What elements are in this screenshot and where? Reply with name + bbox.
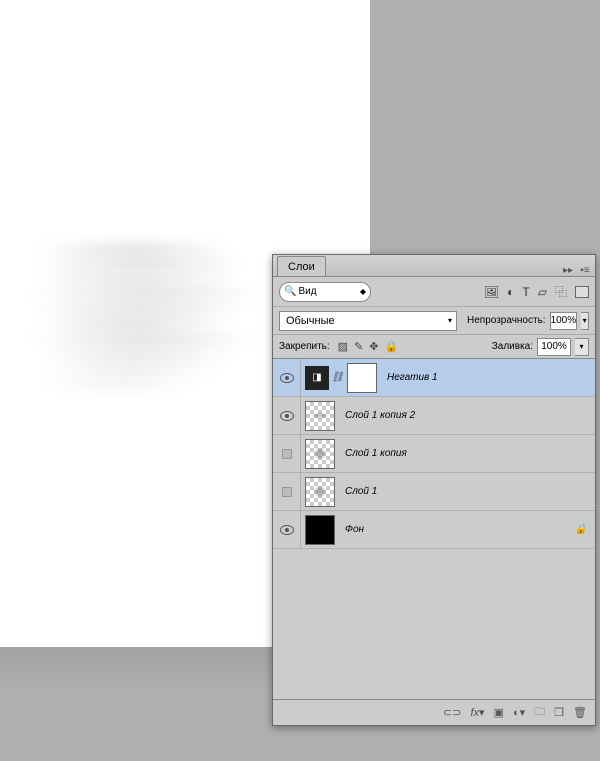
delete-layer-icon[interactable]: 🗑: [573, 706, 587, 719]
filter-pixel-icon[interactable]: 🖼: [484, 285, 499, 299]
layer-list: ◨ ⛓ Негатив 1 Слой 1 копия 2 Слой 1 копи…: [273, 359, 595, 699]
panel-menu-icon[interactable]: ▪≡: [577, 265, 593, 276]
layer-item-background[interactable]: Фон 🔒: [273, 511, 595, 549]
visibility-toggle[interactable]: [273, 359, 301, 396]
layer-item-invert[interactable]: ◨ ⛓ Негатив 1: [273, 359, 595, 397]
eye-off-icon: [282, 449, 292, 459]
opacity-dropdown-icon[interactable]: ▾: [581, 312, 589, 330]
eye-icon: [280, 373, 294, 383]
new-group-icon[interactable]: 🗀: [534, 703, 545, 722]
layer-thumbnail[interactable]: [305, 401, 335, 431]
add-mask-icon[interactable]: ▣: [494, 706, 504, 719]
layer-mask-thumbnail[interactable]: [347, 363, 377, 393]
opacity-label: Непрозрачность:: [467, 315, 546, 326]
filter-type-label: Вид: [298, 286, 316, 297]
dropdown-arrow-icon: ◆: [360, 287, 366, 296]
layer-thumbnail[interactable]: [305, 439, 335, 469]
layer-name[interactable]: Фон: [345, 524, 364, 535]
adjustment-invert-icon: ◨: [305, 366, 329, 390]
filter-type-icon[interactable]: T: [522, 285, 529, 299]
visibility-toggle[interactable]: [273, 397, 301, 434]
layer-fx-icon[interactable]: fx▾: [470, 706, 484, 719]
mask-link-icon[interactable]: ⛓: [331, 372, 343, 383]
opacity-input[interactable]: 100%: [550, 312, 578, 330]
blend-mode-select[interactable]: Обычные: [279, 311, 457, 331]
lock-all-icon[interactable]: 🔒: [385, 340, 399, 353]
layer-name[interactable]: Слой 1 копия: [345, 448, 407, 459]
lock-row: Закрепить: ▨ ✎ ✥ 🔒 Заливка: 100% ▾: [273, 335, 595, 359]
layer-thumbnail[interactable]: [305, 477, 335, 507]
canvas-smoke-content: [0, 235, 300, 405]
eye-icon: [280, 525, 294, 535]
new-layer-icon[interactable]: ❐: [554, 706, 564, 719]
visibility-toggle[interactable]: [273, 473, 301, 510]
filter-smart-icon[interactable]: ⿻: [555, 283, 567, 300]
lock-image-icon[interactable]: ✎: [354, 340, 363, 353]
fill-label: Заливка:: [492, 341, 533, 352]
layer-item[interactable]: Слой 1 копия: [273, 435, 595, 473]
blend-row: Обычные Непрозрачность: 100% ▾: [273, 307, 595, 335]
eye-off-icon: [282, 487, 292, 497]
layers-panel-footer: ⊂⊃ fx▾ ▣ ◐▾ 🗀 ❐ 🗑: [273, 699, 595, 725]
visibility-toggle[interactable]: [273, 435, 301, 472]
filter-adjustment-icon[interactable]: ◐: [507, 285, 514, 299]
link-layers-icon[interactable]: ⊂⊃: [443, 706, 461, 719]
add-adjustment-icon[interactable]: ◐▾: [513, 706, 525, 719]
filter-toggle-switch[interactable]: [575, 286, 589, 298]
layer-name[interactable]: Слой 1 копия 2: [345, 410, 415, 421]
layer-name[interactable]: Слой 1: [345, 486, 377, 497]
search-icon: 🔍: [284, 286, 296, 297]
eye-icon: [280, 411, 294, 421]
layer-item[interactable]: Слой 1: [273, 473, 595, 511]
lock-position-icon[interactable]: ✥: [369, 340, 378, 353]
lock-transparent-icon[interactable]: ▨: [338, 340, 348, 353]
fill-input[interactable]: 100%: [537, 338, 571, 356]
filter-shape-icon[interactable]: ▱: [538, 285, 547, 299]
layers-tab[interactable]: Слои: [277, 256, 326, 276]
layer-item[interactable]: Слой 1 копия 2: [273, 397, 595, 435]
layer-filter-select[interactable]: 🔍 Вид ◆: [279, 282, 371, 302]
layer-thumbnail[interactable]: [305, 515, 335, 545]
layer-name[interactable]: Негатив 1: [387, 372, 438, 383]
lock-label: Закрепить:: [279, 341, 330, 352]
visibility-toggle[interactable]: [273, 511, 301, 548]
panel-tab-bar: Слои ▸▸ ▪≡: [273, 255, 595, 277]
layer-filter-row: 🔍 Вид ◆ 🖼 ◐ T ▱ ⿻: [273, 277, 595, 307]
layers-panel: Слои ▸▸ ▪≡ 🔍 Вид ◆ 🖼 ◐ T ▱ ⿻ Обычные Неп…: [272, 254, 596, 726]
lock-icon: 🔒: [575, 524, 587, 535]
fill-dropdown-icon[interactable]: ▾: [575, 338, 589, 356]
panel-collapse-icon[interactable]: ▸▸: [559, 265, 577, 276]
